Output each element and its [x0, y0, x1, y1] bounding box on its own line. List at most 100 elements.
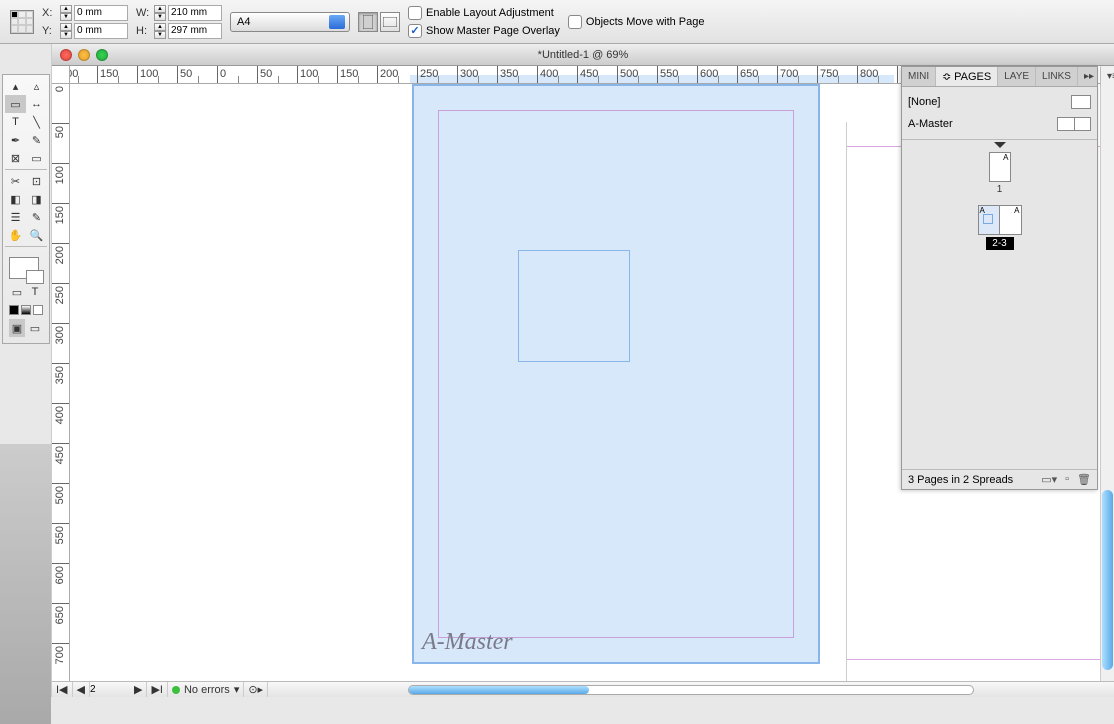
page-1-thumb[interactable]: A [989, 152, 1011, 182]
orientation-landscape-button[interactable] [380, 12, 400, 32]
w-input[interactable] [168, 5, 222, 21]
gradient-swatch-tool[interactable]: ◧ [5, 190, 26, 208]
rectangle-frame-tool[interactable]: ⊠ [5, 149, 26, 167]
section-marker-icon [994, 142, 1006, 148]
vertical-ruler[interactable]: 0501001502002503003504004505005506006507… [52, 84, 70, 681]
selection-tool[interactable]: ▴ [5, 77, 26, 95]
panel-tab-layers[interactable]: LAYE [998, 67, 1036, 86]
enable-layout-checkbox[interactable] [408, 6, 422, 20]
apply-none[interactable] [33, 305, 43, 315]
landscape-icon [383, 17, 397, 27]
next-page-button[interactable]: ▶ [130, 682, 147, 697]
scissors-tool[interactable]: ✂ [5, 172, 26, 190]
y-input[interactable] [74, 23, 128, 39]
x-input[interactable] [74, 5, 128, 21]
zoom-window-button[interactable] [96, 49, 108, 61]
pages-count-label: 3 Pages in 2 Spreads [908, 474, 1013, 486]
panel-tab-pages[interactable]: ≎ PAGES [936, 67, 998, 86]
status-bar: I◀ ◀ ▶ ▶I No errors ▾ ⊙▸ [52, 681, 1114, 697]
first-page-button[interactable]: I◀ [52, 682, 73, 697]
h-label: H: [136, 25, 152, 37]
last-page-button[interactable]: ▶I [147, 682, 168, 697]
minimize-window-button[interactable] [78, 49, 90, 61]
w-label: W: [136, 7, 152, 19]
gap-tool[interactable]: ↔ [26, 95, 47, 113]
spread-2-3-thumb[interactable]: A A [978, 205, 1022, 235]
status-menu-button[interactable]: ⊙▸ [244, 682, 268, 697]
line-tool[interactable]: ╲ [26, 113, 47, 131]
show-master-checkbox[interactable] [408, 24, 422, 38]
container-format-button[interactable]: ▭ [9, 283, 25, 301]
margin-guides-left [438, 110, 794, 638]
panel-menu-button[interactable]: ▾≡ [1101, 67, 1114, 86]
preflight-label: No errors [184, 684, 230, 696]
vertical-scrollbar[interactable] [1100, 66, 1114, 681]
masters-section: [None] A-Master [902, 87, 1097, 140]
x-stepper[interactable]: ▲▼ [60, 5, 72, 21]
prev-page-button[interactable]: ◀ [73, 682, 90, 697]
preflight-dot-icon [172, 686, 180, 694]
master-a-thumb[interactable] [1057, 117, 1091, 131]
reference-point-picker[interactable] [10, 10, 34, 34]
selected-frame[interactable] [518, 250, 630, 362]
pages-panel: MINI ≎ PAGES LAYE LINKS ▸▸ ▾≡ [None] A-M… [901, 66, 1098, 490]
gradient-feather-tool[interactable]: ◨ [26, 190, 47, 208]
objects-move-label: Objects Move with Page [586, 16, 705, 28]
free-transform-tool[interactable]: ⊡ [26, 172, 47, 190]
master-a-label[interactable]: A-Master [908, 118, 953, 130]
page-size-select[interactable]: A4 [230, 12, 350, 32]
view-normal-button[interactable]: ▣ [9, 319, 25, 337]
edit-page-size-button[interactable]: ▭▾ [1041, 473, 1057, 486]
panel-tab-mini[interactable]: MINI [902, 67, 936, 86]
new-page-button[interactable]: ▫ [1065, 473, 1069, 486]
pencil-tool[interactable]: ✎ [26, 131, 47, 149]
fill-stroke-swatch[interactable] [9, 257, 39, 279]
enable-layout-label: Enable Layout Adjustment [426, 7, 554, 19]
horizontal-scroll-thumb[interactable] [409, 686, 589, 694]
zoom-tool[interactable]: 🔍 [26, 226, 47, 244]
close-window-button[interactable] [60, 49, 72, 61]
apply-black[interactable] [9, 305, 19, 315]
pen-tool[interactable]: ✒ [5, 131, 26, 149]
panel-tab-links[interactable]: LINKS [1036, 67, 1078, 86]
page-left[interactable]: A-Master [412, 84, 820, 664]
page-number-input[interactable] [90, 684, 130, 695]
apply-gradient[interactable] [21, 305, 31, 315]
h-stepper[interactable]: ▲▼ [154, 23, 166, 39]
page-3-master-indicator: A [1014, 206, 1019, 215]
h-input[interactable] [168, 23, 222, 39]
w-stepper[interactable]: ▲▼ [154, 5, 166, 21]
horizontal-scrollbar[interactable] [408, 685, 974, 695]
pages-tab-indicator-icon: ≎ [942, 70, 951, 83]
hand-tool[interactable]: ✋ [5, 226, 26, 244]
master-page-label: A-Master [422, 629, 513, 656]
view-preview-button[interactable]: ▭ [27, 319, 43, 337]
document-titlebar[interactable]: *Untitled-1 @ 69% [52, 44, 1114, 66]
master-none-thumb[interactable] [1071, 95, 1091, 109]
eyedropper-tool[interactable]: ✎ [26, 208, 47, 226]
delete-page-button[interactable]: 🗑 [1077, 473, 1091, 486]
tools-panel: ▴▵ ▭↔ T╲ ✒✎ ⊠▭ ✂⊡ ◧◨ ☰✎ ✋🔍 ▭ T ▣ ▭ [0, 44, 52, 697]
control-bar: X: ▲▼ Y: ▲▼ W: ▲▼ H: ▲▼ A4 [0, 0, 1114, 44]
pages-section: A 1 A A 2-3 [902, 140, 1097, 469]
vertical-scroll-thumb[interactable] [1102, 490, 1113, 670]
show-master-label: Show Master Page Overlay [426, 25, 560, 37]
direct-selection-tool[interactable]: ▵ [26, 77, 47, 95]
rectangle-tool[interactable]: ▭ [26, 149, 47, 167]
objects-move-checkbox[interactable] [568, 15, 582, 29]
page-size-value: A4 [237, 16, 250, 28]
page-tool[interactable]: ▭ [5, 95, 26, 113]
master-none-label[interactable]: [None] [908, 96, 940, 108]
orientation-portrait-button[interactable] [358, 12, 378, 32]
document-title: *Untitled-1 @ 69% [52, 49, 1114, 61]
text-format-button[interactable]: T [27, 283, 43, 301]
ruler-origin[interactable] [52, 66, 70, 84]
type-tool[interactable]: T [5, 113, 26, 131]
panel-collapse-button[interactable]: ▸▸ [1078, 67, 1101, 86]
note-tool[interactable]: ☰ [5, 208, 26, 226]
spread-2-3-number: 2-3 [986, 237, 1014, 250]
page-2-master-indicator: A [980, 206, 985, 215]
portrait-icon [363, 15, 373, 29]
preflight-status[interactable]: No errors ▾ [168, 682, 244, 697]
y-stepper[interactable]: ▲▼ [60, 23, 72, 39]
